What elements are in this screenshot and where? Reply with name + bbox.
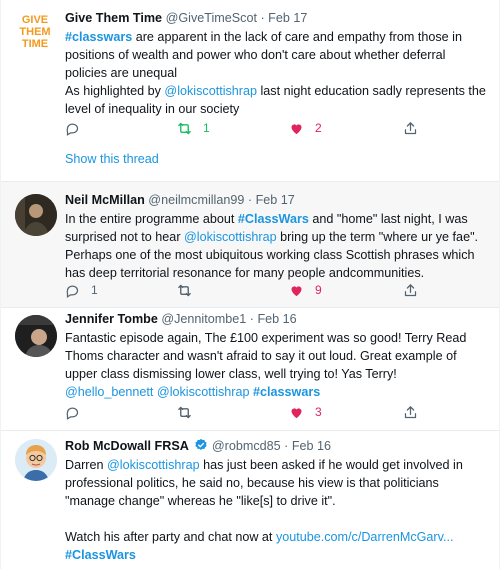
tweet-header: Jennifer Tombe @Jennitombe1 · Feb 16: [65, 311, 489, 327]
like-button[interactable]: 9: [289, 282, 322, 298]
avatar[interactable]: GIVE THEM TIME: [15, 11, 55, 53]
person-photo: [15, 315, 57, 357]
share-button[interactable]: [403, 282, 418, 298]
tweet-text: Fantastic episode again, The £100 experi…: [65, 329, 489, 401]
svg-text:GIVE: GIVE: [22, 14, 48, 26]
hashtag-link[interactable]: #classwars: [65, 30, 132, 44]
share-icon: [404, 121, 417, 134]
avatar[interactable]: [15, 315, 57, 357]
retweet-icon: [178, 122, 191, 134]
tweet-text: #classwars are apparent in the lack of c…: [65, 28, 489, 118]
like-count: 3: [315, 405, 322, 419]
hashtag-link[interactable]: #ClassWars: [65, 548, 136, 562]
like-count: 9: [315, 283, 322, 297]
reply-icon: [66, 284, 79, 298]
author-handle[interactable]: @robmcd85: [212, 439, 281, 453]
tweet[interactable]: Jennifer Tombe @Jennitombe1 · Feb 16 Fan…: [1, 308, 499, 431]
tweet-feed: GIVE THEM TIME Give Them Time @GiveTimeS…: [0, 0, 500, 569]
separator-dot: ·: [284, 439, 289, 453]
give-them-time-logo: GIVE THEM TIME: [19, 14, 50, 50]
author-handle[interactable]: @Jennitombe1: [161, 312, 246, 326]
tweet-header: Give Them Time @GiveTimeScot · Feb 17: [65, 10, 489, 26]
reply-icon: [66, 122, 79, 136]
author-handle[interactable]: @neilmcmillan99: [148, 193, 244, 207]
tweet[interactable]: Rob McDowall FRSA @robmcd85 · Feb 16 Dar…: [1, 431, 499, 569]
tweet-date[interactable]: Feb 16: [257, 312, 296, 326]
heart-icon: [291, 123, 302, 134]
like-button[interactable]: 2: [289, 120, 322, 136]
tweet-date[interactable]: Feb 16: [292, 439, 331, 453]
like-button[interactable]: 3: [289, 404, 322, 420]
retweet-icon: [178, 406, 191, 418]
svg-text:TIME: TIME: [22, 38, 48, 50]
hashtag-link[interactable]: #ClassWars: [238, 212, 309, 226]
mention-link[interactable]: youtube.com/c/DarrenMcGarv...: [276, 530, 454, 544]
mention-link[interactable]: @lokiscottishrap: [164, 84, 257, 98]
separator-dot: ·: [260, 11, 265, 25]
heart-icon: [291, 285, 302, 296]
author-name[interactable]: Jennifer Tombe: [65, 312, 158, 326]
mention-link[interactable]: @hello_bennett: [65, 385, 153, 399]
tweet-text-segment: In the entire programme about: [65, 212, 238, 226]
separator-dot: ·: [247, 193, 253, 207]
retweet-button[interactable]: [177, 404, 203, 420]
mention-link[interactable]: @lokiscottishrap: [107, 458, 200, 472]
tweet-header: Rob McDowall FRSA @robmcd85 · Feb 16: [65, 438, 489, 454]
avatar[interactable]: [15, 194, 57, 236]
reply-button[interactable]: [65, 404, 91, 420]
share-button[interactable]: [403, 120, 418, 136]
like-count: 2: [315, 121, 322, 135]
verified-badge-icon: [195, 438, 207, 450]
share-icon: [404, 283, 417, 296]
person-photo: [15, 194, 57, 236]
retweet-icon: [178, 284, 191, 296]
reply-button[interactable]: [65, 120, 91, 136]
retweet-count: 1: [203, 121, 210, 135]
author-name[interactable]: Neil McMillan: [65, 193, 145, 207]
retweet-button[interactable]: 1: [177, 120, 210, 136]
reply-button[interactable]: 1: [65, 282, 98, 298]
avatar[interactable]: [15, 439, 57, 481]
separator-dot: ·: [249, 312, 254, 326]
author-handle[interactable]: @GiveTimeScot: [166, 11, 257, 25]
tweet-text: In the entire programme about #ClassWars…: [65, 210, 489, 282]
tweet-date[interactable]: Feb 17: [256, 193, 295, 207]
author-name[interactable]: Rob McDowall FRSA: [65, 439, 189, 453]
tweet[interactable]: GIVE THEM TIME Give Them Time @GiveTimeS…: [1, 0, 499, 182]
tweet[interactable]: Neil McMillan @neilmcmillan99 · Feb 17 I…: [1, 182, 499, 308]
share-icon: [404, 405, 417, 418]
tweet-actions: 1 9: [65, 282, 417, 298]
svg-text:THEM: THEM: [19, 26, 50, 38]
tweet-text-segment: Fantastic episode again, The £100 experi…: [65, 331, 467, 381]
mention-link[interactable]: @lokiscottishrap: [184, 230, 277, 244]
heart-icon: [291, 407, 302, 418]
tweet-actions: 3: [65, 404, 417, 420]
hashtag-link[interactable]: #classwars: [253, 385, 320, 399]
mention-link[interactable]: @lokiscottishrap: [157, 385, 250, 399]
tweet-actions: 1 2: [65, 120, 417, 136]
retweet-button[interactable]: [177, 282, 203, 298]
show-thread-link[interactable]: Show this thread: [65, 152, 159, 166]
tweet-text: Darren @lokiscottishrap has just been as…: [65, 456, 489, 564]
tweet-text-segment: Darren: [65, 458, 107, 472]
tweet-date[interactable]: Feb 17: [268, 11, 307, 25]
reply-icon: [66, 406, 79, 420]
author-name[interactable]: Give Them Time: [65, 11, 162, 25]
tweet-header: Neil McMillan @neilmcmillan99 · Feb 17: [65, 192, 489, 208]
share-button[interactable]: [403, 404, 418, 420]
cartoon-avatar: [15, 439, 57, 481]
reply-count: 1: [91, 283, 98, 297]
